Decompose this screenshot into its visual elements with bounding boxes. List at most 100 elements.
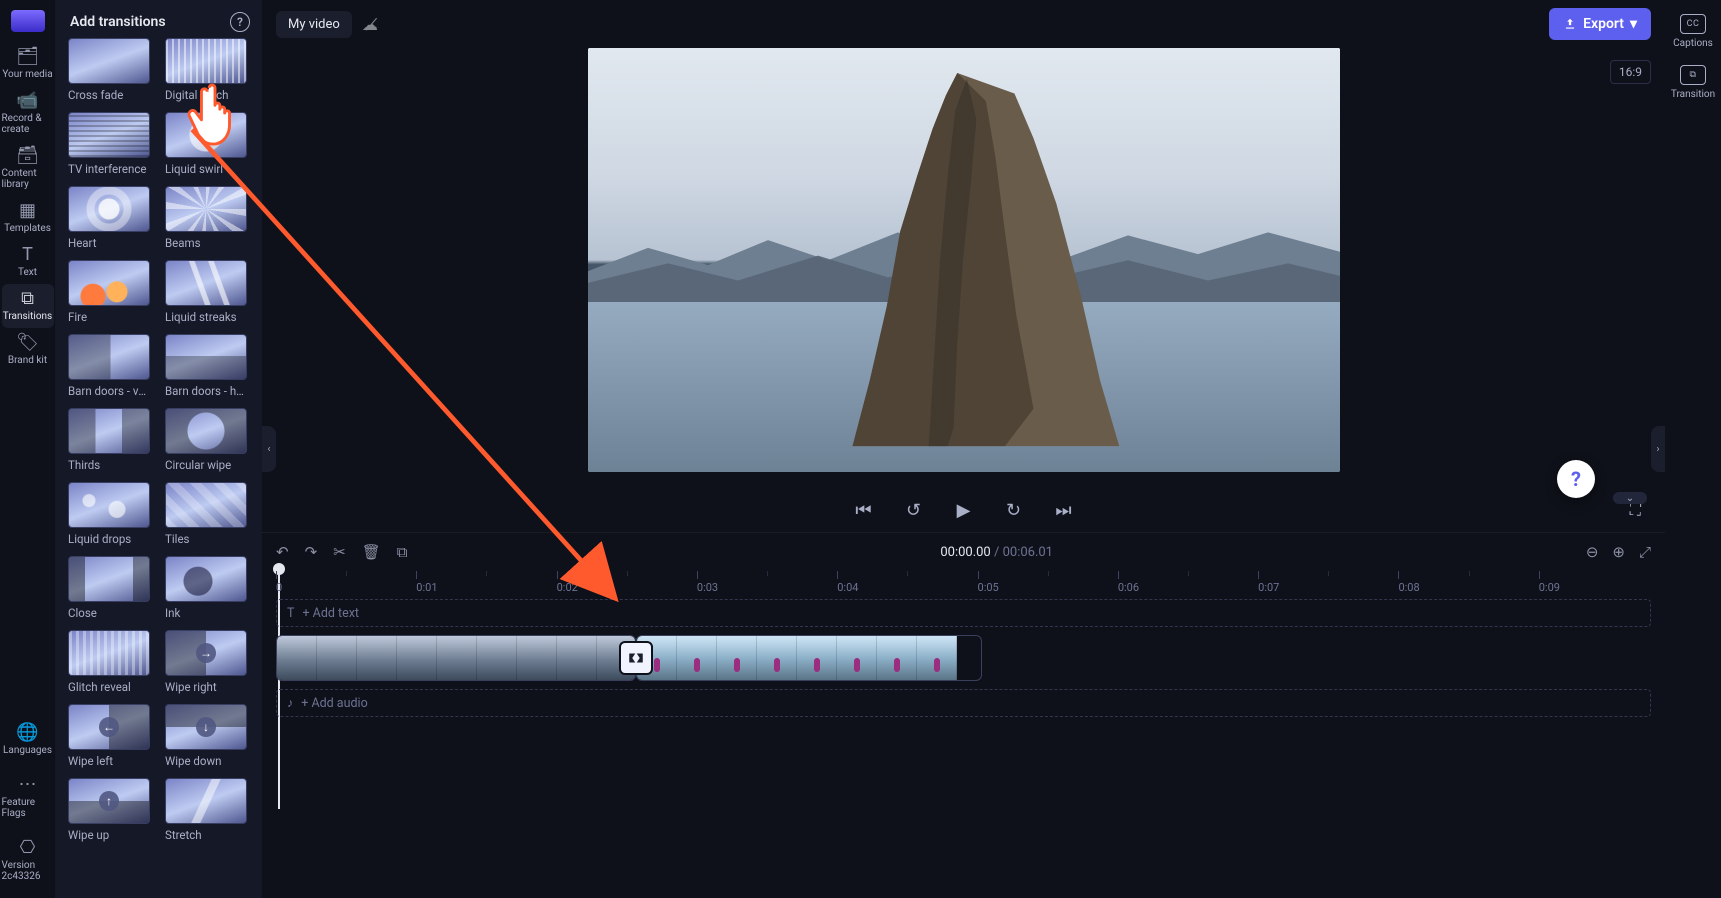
transition-label: Tiles [165, 532, 247, 546]
transition-fire[interactable]: Fire [68, 260, 155, 324]
transition-liquid-swirl[interactable]: Liquid swirl [165, 112, 252, 176]
transition-tab-label: Transition [1671, 89, 1715, 100]
rewind-button[interactable]: ↺ [902, 500, 926, 521]
timeline-timecode: 00:00.00 / 00:06.01 [940, 545, 1053, 560]
transition-heart[interactable]: Heart [68, 186, 155, 250]
rail-item-label: Version 2c43326 [2, 860, 54, 882]
rail-icon: ⧉ [21, 290, 34, 308]
help-fab-button[interactable]: ? [1557, 460, 1595, 498]
rail-item-label: Content library [2, 168, 54, 190]
rail-bottom-languages[interactable]: 🌐Languages [2, 718, 54, 762]
rail-item-label: Transitions [3, 311, 52, 322]
rail-icon: 📹 [16, 92, 38, 110]
transition-liquid-streaks[interactable]: Liquid streaks [165, 260, 252, 324]
rail-bottom-feature-flags[interactable]: ⋯Feature Flags [2, 770, 54, 825]
transitions-panel: Add transitions ? Cross fade Digital glit… [56, 0, 262, 898]
delete-button[interactable]: 🗑 [362, 543, 381, 561]
rail-item-templates[interactable]: ▦Templates [2, 196, 54, 240]
transitions-scroll[interactable]: Cross fade Digital glitch TV interference L… [56, 38, 262, 898]
transition-label: Thirds [68, 458, 150, 472]
rail-icon: 🌐 [16, 724, 38, 742]
rail-item-text[interactable]: TText [2, 240, 54, 284]
transition-wipe-right[interactable]: →Wipe right [165, 630, 252, 694]
skip-end-button[interactable]: ⏭ [1052, 500, 1076, 521]
split-button[interactable]: ✂ [333, 543, 346, 561]
rail-bottom-version-c-[interactable]: ⎔ Version 2c43326 [2, 833, 54, 888]
transition-glitch-reveal[interactable]: Glitch reveal [68, 630, 155, 694]
transition-label: TV interference [68, 162, 150, 176]
transition-liquid-drops[interactable]: Liquid drops [68, 482, 155, 546]
transition-close[interactable]: Close [68, 556, 155, 620]
transition-label: Barn doors - ve… [68, 384, 150, 398]
transition-properties-tab[interactable]: ⧉ Transition [1671, 65, 1715, 100]
transition-label: Wipe down [165, 754, 247, 768]
transition-cross-fade[interactable]: Cross fade [68, 38, 155, 102]
rail-item-label: Brand kit [8, 355, 47, 366]
transition-barn-doors-h-[interactable]: Barn doors - h… [165, 334, 252, 398]
transition-barn-doors-ve-[interactable]: Barn doors - ve… [68, 334, 155, 398]
video-track[interactable] [276, 635, 1651, 681]
text-track[interactable]: T + Add text [276, 599, 1651, 627]
panel-help-icon[interactable]: ? [230, 12, 250, 32]
rail-item-label: Record & create [2, 113, 54, 135]
timeline-collapse-handle[interactable]: ⌄ [1613, 492, 1647, 504]
zoom-in-button[interactable]: ⊕ [1612, 543, 1625, 561]
transitions-panel-title: Add transitions [70, 14, 166, 30]
redo-button[interactable]: ↷ [305, 543, 318, 561]
timeline-ruler[interactable]: 00:010:020:030:040:050:060:070:080:09 [276, 571, 1651, 599]
app-logo [11, 10, 45, 32]
transition-label: Fire [68, 310, 150, 324]
transition-thirds[interactable]: Thirds [68, 408, 155, 472]
duplicate-button[interactable]: ⧉ [397, 543, 408, 561]
add-audio-label: + Add audio [301, 696, 367, 711]
rail-icon: 🏷 [16, 334, 39, 352]
transition-digital-glitch[interactable]: Digital glitch [165, 38, 252, 102]
transition-wipe-left[interactable]: ←Wipe left [68, 704, 155, 768]
transition-props-icon: ⧉ [1680, 65, 1706, 85]
rail-item-brand-kit[interactable]: 🏷 Brand kit [2, 328, 54, 372]
fit-zoom-button[interactable]: ⤢ [1639, 543, 1651, 561]
video-clip-1[interactable] [276, 635, 636, 681]
rail-item-content-library[interactable]: 🗃Content library [2, 141, 54, 196]
project-name-chip[interactable]: My video [276, 11, 352, 38]
transition-drop-target[interactable] [619, 641, 653, 675]
video-clip-2[interactable] [636, 635, 982, 681]
transition-label: Wipe right [165, 680, 247, 694]
right-tool-rail: CC Captions ⧉ Transition [1665, 0, 1721, 898]
transition-label: Wipe up [68, 828, 150, 842]
transition-wipe-up[interactable]: ↑Wipe up [68, 778, 155, 842]
upload-icon [1563, 17, 1577, 31]
skip-start-button[interactable]: ⏮ [852, 500, 876, 521]
transition-stretch[interactable]: Stretch [165, 778, 252, 842]
workspace: ‹ › My video ☁̸ Export ▾ 16:9 [262, 0, 1665, 898]
rail-item-record-create[interactable]: 📹 Record & create [2, 86, 54, 141]
timeline: ↶ ↷ ✂ 🗑 ⧉ 00:00.00 / 00:06.01 ⊖ ⊕ ⤢ [262, 532, 1665, 898]
transition-label: Barn doors - h… [165, 384, 247, 398]
transition-label: Cross fade [68, 88, 150, 102]
audio-track[interactable]: ♪ + Add audio [276, 689, 1651, 717]
rail-item-label: Text [18, 267, 37, 278]
aspect-ratio-selector[interactable]: 16:9 [1610, 60, 1651, 84]
export-button[interactable]: Export ▾ [1549, 8, 1651, 40]
transition-circular-wipe[interactable]: Circular wipe [165, 408, 252, 472]
transition-wipe-down[interactable]: ↓Wipe down [165, 704, 252, 768]
video-preview-canvas[interactable] [588, 48, 1340, 472]
transition-beams[interactable]: Beams [165, 186, 252, 250]
transition-ink[interactable]: Ink [165, 556, 252, 620]
transition-label: Heart [68, 236, 150, 250]
rail-item-your-media[interactable]: 🗂Your media [2, 42, 54, 86]
transition-tiles[interactable]: Tiles [165, 482, 252, 546]
rail-icon: ▦ [19, 202, 36, 220]
rail-icon: ⎔ [20, 839, 36, 857]
transition-label: Stretch [165, 828, 247, 842]
undo-button[interactable]: ↶ [276, 543, 289, 561]
export-button-label: Export [1583, 16, 1624, 32]
transition-label: Close [68, 606, 150, 620]
transition-tv-interference[interactable]: TV interference [68, 112, 155, 176]
add-text-label: + Add text [302, 606, 359, 621]
play-button[interactable]: ▶ [952, 500, 976, 521]
zoom-out-button[interactable]: ⊖ [1586, 543, 1599, 561]
rail-item-transitions[interactable]: ⧉ Transitions [2, 284, 54, 328]
forward-button[interactable]: ↻ [1002, 500, 1026, 521]
captions-tab[interactable]: CC Captions [1673, 14, 1713, 49]
